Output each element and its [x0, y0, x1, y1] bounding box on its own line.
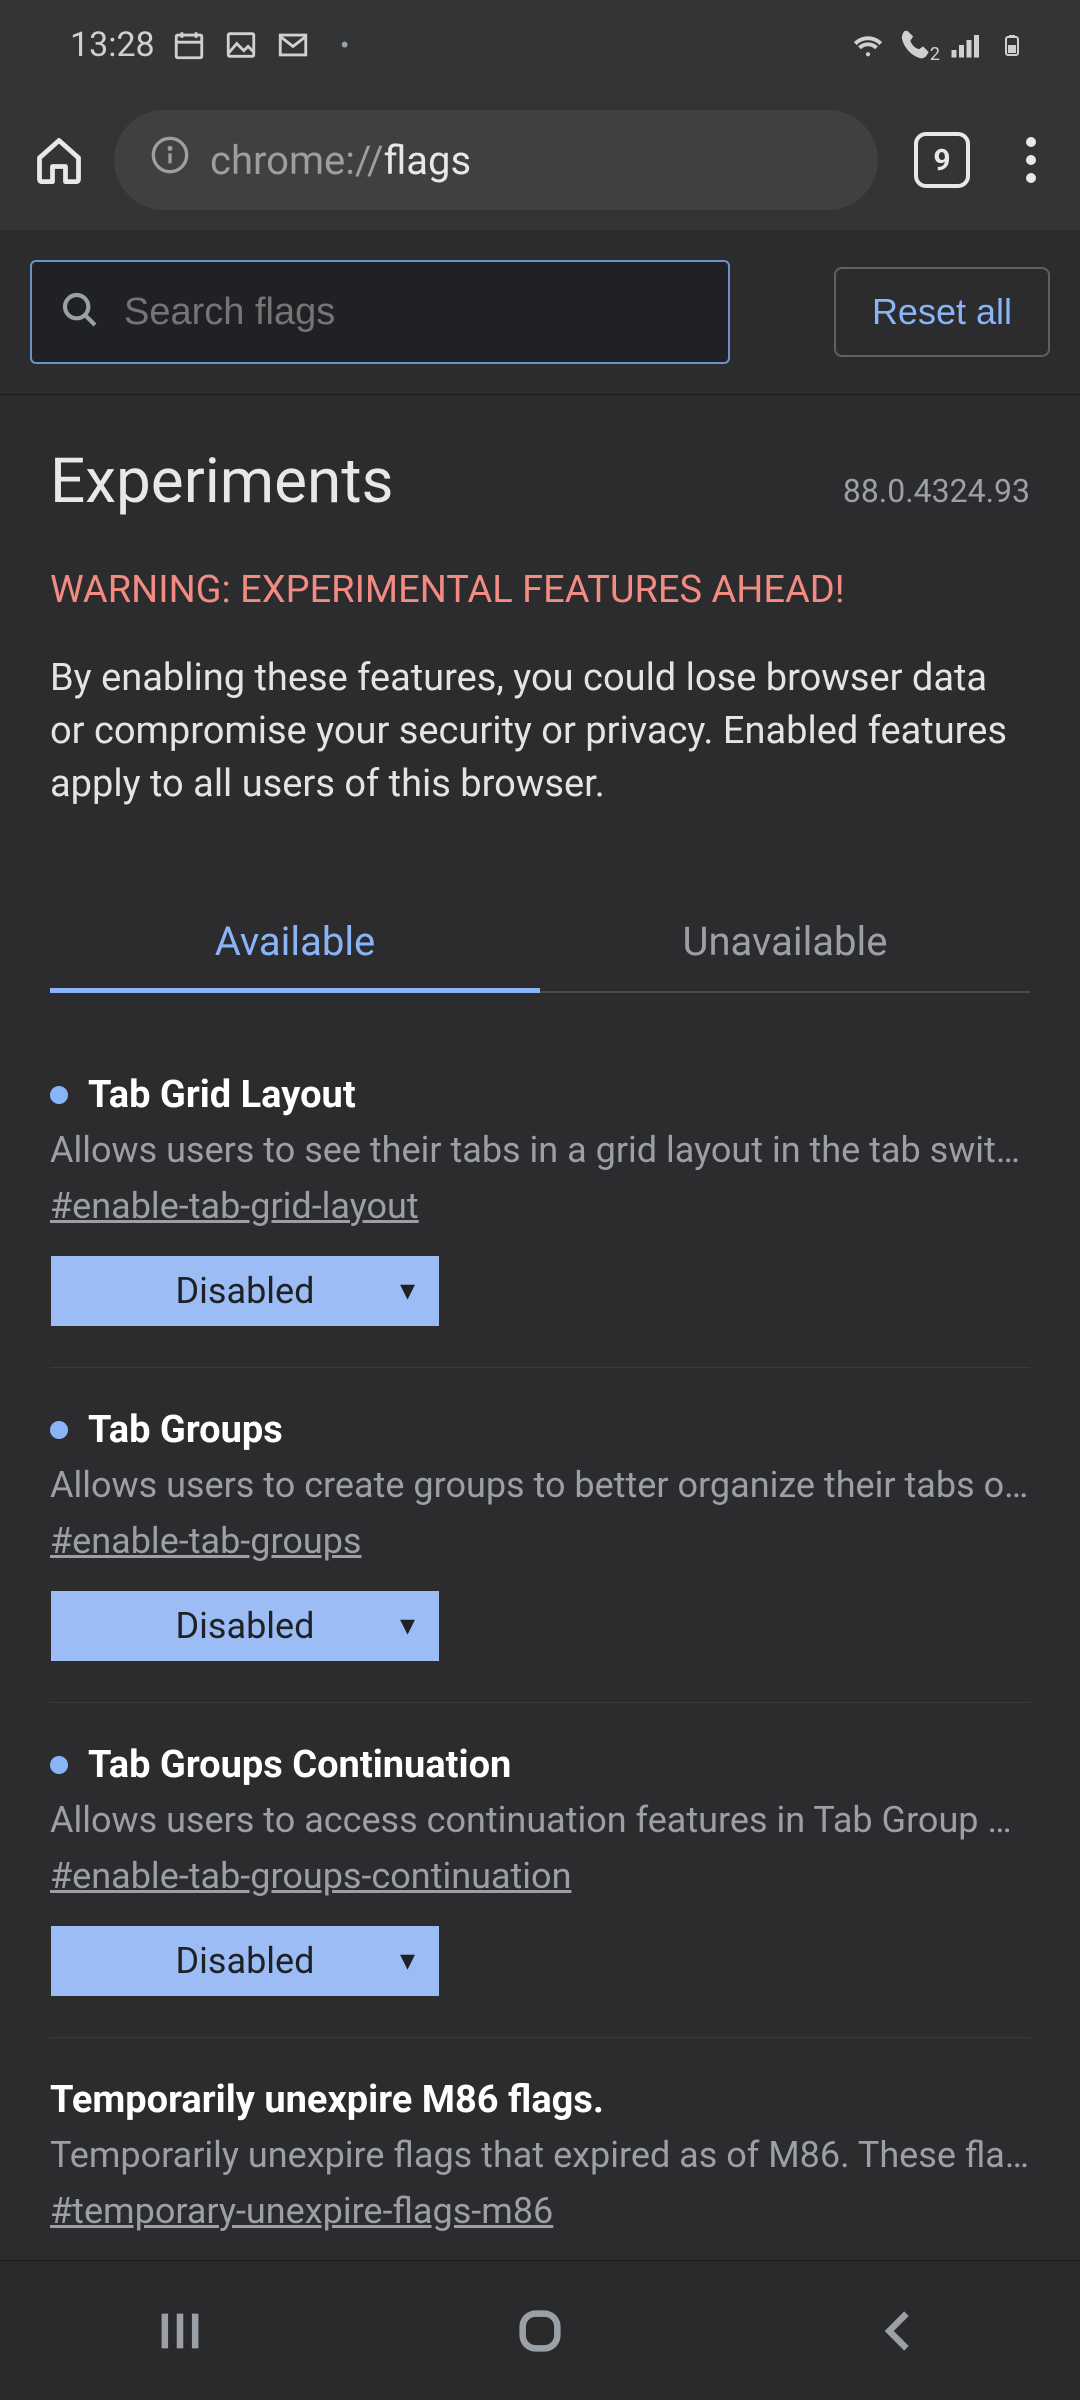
modified-indicator-icon	[50, 1421, 68, 1439]
dot-icon: •	[327, 27, 363, 63]
home-nav-button[interactable]	[500, 2291, 580, 2371]
warning-body: By enabling these features, you could lo…	[0, 632, 1080, 852]
flags-page: Reset all Experiments 88.0.4324.93 WARNI…	[0, 230, 1080, 2300]
flag-anchor-link[interactable]: #temporary-unexpire-flags-m86	[50, 2190, 553, 2232]
flags-list: Tab Grid Layout Allows users to see their…	[0, 993, 1080, 2300]
recents-button[interactable]	[140, 2291, 220, 2371]
version-text: 88.0.4324.93	[843, 472, 1030, 510]
back-button[interactable]	[860, 2291, 940, 2371]
search-flags-input[interactable]	[30, 260, 730, 364]
url-text: chrome://flags	[210, 137, 471, 184]
modified-indicator-icon	[50, 1756, 68, 1774]
mail-icon	[275, 27, 311, 63]
flag-item: Tab Grid Layout Allows users to see their…	[50, 1033, 1030, 1368]
signal-icon	[946, 27, 982, 63]
status-bar: 13:28 • 2	[0, 0, 1080, 90]
search-icon	[60, 290, 100, 334]
search-flags-field[interactable]	[124, 291, 700, 334]
phone-icon: 2	[898, 27, 934, 63]
flag-item: Tab Groups Continuation Allows users to a…	[50, 1703, 1030, 2038]
flag-title: Tab Groups Continuation	[88, 1743, 511, 1787]
reset-all-button[interactable]: Reset all	[834, 267, 1050, 357]
omnibox[interactable]: chrome://flags	[114, 110, 878, 210]
tab-available[interactable]: Available	[50, 892, 540, 991]
system-navbar	[0, 2260, 1080, 2400]
flag-anchor-link[interactable]: #enable-tab-grid-layout	[50, 1185, 419, 1227]
wifi-icon	[850, 27, 886, 63]
browser-toolbar: chrome://flags 9	[0, 90, 1080, 230]
flag-anchor-link[interactable]: #enable-tab-groups-continuation	[50, 1855, 571, 1897]
flag-state-select[interactable]: Disabled	[50, 1925, 440, 1997]
home-button[interactable]	[24, 125, 94, 195]
modified-indicator-icon	[50, 1086, 68, 1104]
flag-title: Temporarily unexpire M86 flags.	[50, 2078, 604, 2122]
tab-switcher-button[interactable]: 9	[914, 132, 970, 188]
flag-title: Tab Groups	[88, 1408, 283, 1452]
flag-description: Temporarily unexpire flags that expired …	[50, 2134, 1030, 2176]
info-icon	[150, 135, 190, 185]
flag-item: Tab Groups Allows users to create groups …	[50, 1368, 1030, 1703]
tabs: Available Unavailable	[50, 892, 1030, 993]
status-time: 13:28	[70, 25, 155, 65]
page-title: Experiments	[50, 445, 394, 518]
flag-description: Allows users to access continuation feat…	[50, 1799, 1030, 1841]
battery-icon	[994, 27, 1030, 63]
calendar-icon	[171, 27, 207, 63]
flag-description: Allows users to create groups to better …	[50, 1464, 1030, 1506]
flag-description: Allows users to see their tabs in a grid…	[50, 1129, 1030, 1171]
flag-state-select[interactable]: Disabled	[50, 1590, 440, 1662]
image-icon	[223, 27, 259, 63]
tab-unavailable[interactable]: Unavailable	[540, 892, 1030, 991]
warning-heading: WARNING: EXPERIMENTAL FEATURES AHEAD!	[0, 538, 1080, 632]
flag-title: Tab Grid Layout	[88, 1073, 356, 1117]
overflow-menu-button[interactable]	[1006, 137, 1056, 183]
flag-anchor-link[interactable]: #enable-tab-groups	[50, 1520, 361, 1562]
flag-state-select[interactable]: Disabled	[50, 1255, 440, 1327]
